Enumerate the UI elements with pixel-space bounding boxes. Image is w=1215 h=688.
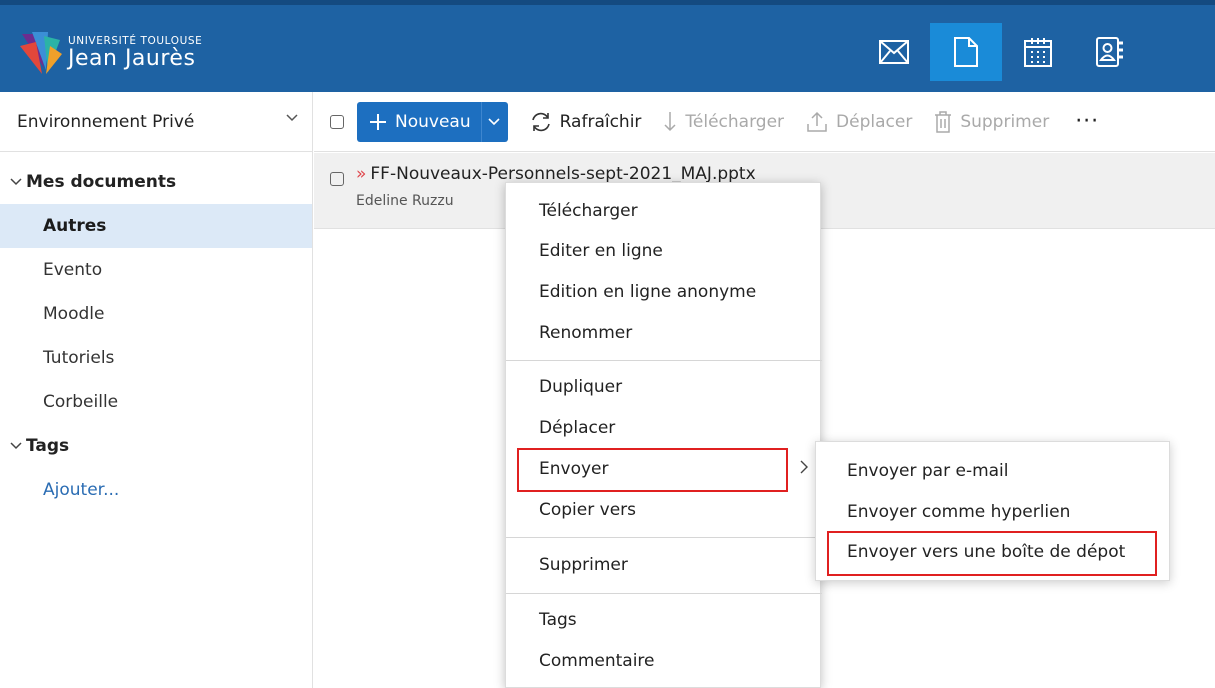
menu-separator	[506, 593, 822, 594]
menu-item-tags[interactable]: Tags	[506, 600, 822, 640]
menu-item-commentaire[interactable]: Commentaire	[506, 641, 822, 681]
delete-label: Supprimer	[960, 111, 1050, 132]
sidebar: Environnement Privé Mes documents Autres…	[0, 92, 313, 688]
tree-item-evento[interactable]: Evento	[0, 248, 312, 292]
environment-label: Environnement Privé	[17, 111, 195, 132]
chevron-right-icon	[800, 460, 808, 474]
new-marker: »	[356, 164, 367, 184]
delete-button[interactable]: Supprimer	[934, 110, 1050, 133]
file-author: Edeline Ruzzu	[356, 193, 454, 209]
tree-section-label: Tags	[26, 436, 70, 456]
select-all-checkbox[interactable]	[330, 114, 344, 129]
tree-item-moodle[interactable]: Moodle	[0, 292, 312, 336]
toolbar: Nouveau Rafraîchir Télécharger Déplacer …	[314, 92, 1215, 152]
new-button[interactable]: Nouveau	[357, 101, 508, 142]
chevron-down-icon	[488, 117, 500, 125]
menu-item-copier-vers[interactable]: Copier vers	[506, 490, 822, 530]
tree-section-label: Mes documents	[26, 172, 177, 192]
university-logo[interactable]: UNIVERSITÉ TOULOUSE Jean Jaurès	[18, 27, 202, 79]
tree-section-mes-documents[interactable]: Mes documents	[0, 160, 312, 204]
calendar-icon	[1024, 38, 1052, 67]
highlight-dropbox	[827, 531, 1157, 576]
calendar-app-button[interactable]	[1002, 23, 1074, 81]
app-switcher	[858, 23, 1146, 81]
submenu-item-email[interactable]: Envoyer par e-mail	[816, 451, 1171, 491]
chevron-down-icon	[286, 114, 298, 122]
environment-selector[interactable]: Environnement Privé	[0, 92, 312, 152]
menu-item-editer-en-ligne[interactable]: Editer en ligne	[506, 231, 822, 271]
file-checkbox[interactable]	[330, 172, 344, 186]
new-button-label: Nouveau	[395, 111, 471, 132]
chevron-down-icon	[10, 442, 22, 450]
refresh-icon	[531, 112, 550, 131]
download-icon	[664, 111, 676, 131]
refresh-button[interactable]: Rafraîchir	[530, 111, 642, 133]
file-name[interactable]: FF-Nouveaux-Personnels-sept-2021_MAJ.ppt…	[370, 164, 755, 184]
upload-icon	[807, 111, 827, 132]
menu-item-deplacer[interactable]: Déplacer	[506, 408, 822, 448]
download-label: Télécharger	[685, 111, 785, 132]
app-header: UNIVERSITÉ TOULOUSE Jean Jaurès	[0, 0, 1215, 92]
refresh-label: Rafraîchir	[559, 111, 642, 132]
tree-item-autres[interactable]: Autres	[0, 204, 312, 248]
logo-bottom-text: Jean Jaurès	[68, 46, 196, 71]
tree-item-corbeille[interactable]: Corbeille	[0, 380, 312, 424]
plus-icon	[370, 113, 386, 130]
menu-item-supprimer[interactable]: Supprimer	[506, 545, 822, 585]
menu-separator	[506, 537, 822, 538]
contacts-app-button[interactable]	[1074, 23, 1146, 81]
menu-separator	[506, 360, 822, 361]
download-button[interactable]: Télécharger	[663, 111, 784, 133]
menu-item-telecharger[interactable]: Télécharger	[506, 191, 822, 231]
logo-mark-icon	[18, 30, 62, 76]
add-tag-link[interactable]: Ajouter...	[0, 468, 312, 512]
submenu-item-hyperlink[interactable]: Envoyer comme hyperlien	[816, 492, 1171, 532]
more-actions-button[interactable]: ···	[1075, 109, 1099, 134]
highlight-envoyer	[517, 448, 788, 492]
document-icon	[954, 37, 978, 67]
move-button[interactable]: Déplacer	[806, 111, 912, 133]
tree-item-tutoriels[interactable]: Tutoriels	[0, 336, 312, 380]
menu-item-edition-anonyme[interactable]: Edition en ligne anonyme	[506, 272, 822, 312]
trash-icon	[935, 110, 952, 133]
contacts-icon	[1096, 37, 1123, 67]
documents-app-button[interactable]	[930, 23, 1002, 81]
mail-icon	[879, 40, 909, 64]
menu-item-renommer[interactable]: Renommer	[506, 313, 822, 353]
context-menu: Télécharger Editer en ligne Edition en l…	[505, 182, 822, 688]
chevron-down-icon	[10, 178, 22, 186]
move-label: Déplacer	[836, 111, 913, 132]
tree-section-tags[interactable]: Tags	[0, 424, 312, 468]
mail-app-button[interactable]	[858, 23, 930, 81]
menu-item-dupliquer[interactable]: Dupliquer	[506, 367, 822, 407]
